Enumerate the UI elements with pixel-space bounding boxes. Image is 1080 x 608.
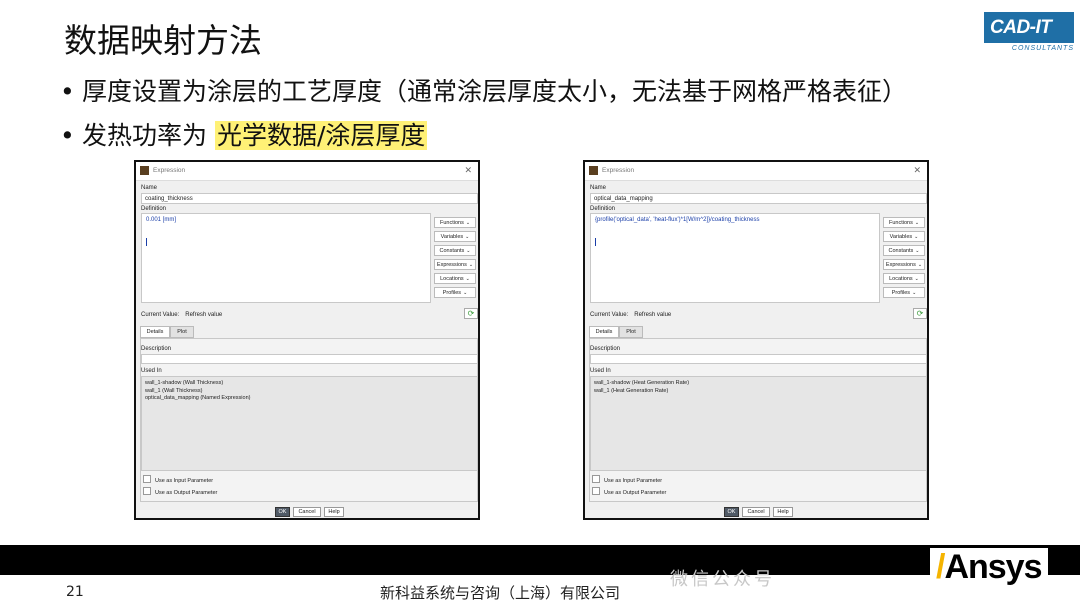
close-icon[interactable]: ✕ bbox=[913, 165, 921, 176]
functions-button[interactable]: Functions ⌄ bbox=[883, 217, 925, 228]
checkbox-icon bbox=[143, 475, 151, 483]
tab-plot[interactable]: Plot bbox=[170, 326, 194, 338]
name-label: Name bbox=[141, 185, 158, 191]
description-field[interactable] bbox=[590, 354, 927, 364]
bullet-dot-icon: • bbox=[60, 77, 75, 106]
text-caret bbox=[595, 238, 596, 246]
description-label: Description bbox=[141, 346, 172, 352]
ok-button[interactable]: OK bbox=[724, 507, 739, 517]
refresh-icon[interactable]: ⟳ bbox=[913, 308, 927, 319]
output-parameter-checkbox[interactable]: Use as Output Parameter bbox=[592, 487, 666, 496]
name-value: optical_data_mapping bbox=[594, 196, 653, 202]
logo-sub-text: CONSULTANTS bbox=[1011, 45, 1074, 52]
bullet-2-highlight: 光学数据/涂层厚度 bbox=[214, 121, 428, 150]
list-item: wall_1 (Wall Thickness) bbox=[145, 387, 203, 394]
expressions-button[interactable]: Expressions ⌄ bbox=[434, 259, 476, 270]
cancel-button[interactable]: Cancel bbox=[293, 507, 321, 517]
used-in-list: wall_1-shadow (Wall Thickness) wall_1 (W… bbox=[141, 376, 478, 471]
dialog-titlebar: Expression ✕ bbox=[585, 162, 927, 181]
profiles-button[interactable]: Profiles ⌄ bbox=[434, 287, 476, 298]
variables-button[interactable]: Variables ⌄ bbox=[434, 231, 476, 242]
definition-label: Definition bbox=[141, 206, 167, 212]
dialog-button-bar: OK Cancel Help bbox=[585, 505, 927, 519]
app-icon bbox=[140, 166, 149, 175]
definition-editor[interactable]: {profile('optical_data', 'heat-flux')*1[… bbox=[590, 213, 880, 303]
checkbox-icon bbox=[592, 475, 600, 483]
bullet-2: • 发热功率为 光学数据/涂层厚度 bbox=[60, 116, 428, 152]
checkbox-icon bbox=[592, 487, 600, 495]
slide-title: 数据映射方法 bbox=[64, 21, 262, 60]
name-value: coating_thickness bbox=[145, 196, 193, 202]
dialog-title: Expression bbox=[153, 167, 186, 174]
cad-it-logo: CAD-IT CONSULTANTS bbox=[984, 12, 1074, 64]
description-field[interactable] bbox=[141, 354, 478, 364]
current-value-row: Current Value: Refresh value bbox=[590, 312, 677, 318]
used-in-list: wall_1-shadow (Heat Generation Rate) wal… bbox=[590, 376, 927, 471]
close-icon[interactable]: ✕ bbox=[464, 165, 472, 176]
dialog-titlebar: Expression ✕ bbox=[136, 162, 478, 181]
watermark: 微信公众号 bbox=[670, 569, 775, 590]
footer-bar bbox=[0, 545, 1080, 575]
expression-dialog-left: Expression ✕ Name coating_thickness Defi… bbox=[134, 160, 480, 520]
constants-button[interactable]: Constants ⌄ bbox=[434, 245, 476, 256]
bullet-2-text: 发热功率为 bbox=[82, 121, 215, 150]
expressions-button[interactable]: Expressions ⌄ bbox=[883, 259, 925, 270]
ansys-brand-text: Ansys bbox=[944, 548, 1042, 586]
bullet-1: • 厚度设置为涂层的工艺厚度（通常涂层厚度太小，无法基于网格严格表征） bbox=[60, 72, 907, 108]
definition-label: Definition bbox=[590, 206, 616, 212]
checkbox-icon bbox=[143, 487, 151, 495]
refresh-value-link[interactable]: Refresh value bbox=[185, 312, 222, 318]
refresh-icon[interactable]: ⟳ bbox=[464, 308, 478, 319]
list-item: wall_1-shadow (Heat Generation Rate) bbox=[594, 380, 690, 386]
name-field[interactable]: coating_thickness bbox=[141, 193, 478, 204]
bullet-1-text: 厚度设置为涂层的工艺厚度（通常涂层厚度太小，无法基于网格严格表征） bbox=[82, 77, 908, 106]
page-number: 21 bbox=[66, 584, 84, 600]
list-item: optical_data_mapping (Named Expression) bbox=[145, 395, 251, 401]
used-in-label: Used In bbox=[590, 368, 611, 374]
app-icon bbox=[589, 166, 598, 175]
cancel-button[interactable]: Cancel bbox=[742, 507, 770, 517]
help-button[interactable]: Help bbox=[773, 507, 793, 517]
dialog-button-bar: OK Cancel Help bbox=[136, 505, 478, 519]
functions-button[interactable]: Functions ⌄ bbox=[434, 217, 476, 228]
tab-plot[interactable]: Plot bbox=[619, 326, 643, 338]
help-button[interactable]: Help bbox=[324, 507, 344, 517]
text-caret bbox=[146, 238, 147, 246]
definition-value: 0.001 [mm] bbox=[146, 217, 177, 223]
input-parameter-checkbox[interactable]: Use as Input Parameter bbox=[592, 475, 662, 484]
locations-button[interactable]: Locations ⌄ bbox=[434, 273, 476, 284]
company-name: 新科益系统与咨询（上海）有限公司 bbox=[380, 584, 621, 602]
list-item: wall_1 (Heat Generation Rate) bbox=[594, 387, 669, 394]
used-in-label: Used In bbox=[141, 368, 162, 374]
name-label: Name bbox=[590, 185, 607, 191]
output-parameter-checkbox[interactable]: Use as Output Parameter bbox=[143, 487, 217, 496]
ok-button[interactable]: OK bbox=[275, 507, 290, 517]
description-label: Description bbox=[590, 346, 621, 352]
expression-dialog-right: Expression ✕ Name optical_data_mapping D… bbox=[583, 160, 929, 520]
tab-details[interactable]: Details bbox=[589, 326, 619, 338]
dialog-title: Expression bbox=[602, 167, 635, 174]
variables-button[interactable]: Variables ⌄ bbox=[883, 231, 925, 242]
input-parameter-checkbox[interactable]: Use as Input Parameter bbox=[143, 475, 213, 484]
tab-details[interactable]: Details bbox=[140, 326, 170, 338]
current-value-label: Current Value: bbox=[590, 312, 629, 318]
list-item: wall_1-shadow (Wall Thickness) bbox=[145, 380, 224, 386]
current-value-row: Current Value: Refresh value bbox=[141, 312, 228, 318]
constants-button[interactable]: Constants ⌄ bbox=[883, 245, 925, 256]
locations-button[interactable]: Locations ⌄ bbox=[883, 273, 925, 284]
ansys-logo: /Ansys bbox=[930, 548, 1048, 587]
name-field[interactable]: optical_data_mapping bbox=[590, 193, 927, 204]
refresh-value-link[interactable]: Refresh value bbox=[634, 312, 671, 318]
logo-main-text: CAD-IT bbox=[984, 12, 1074, 43]
bullet-dot-icon: • bbox=[60, 121, 75, 150]
definition-editor[interactable]: 0.001 [mm] bbox=[141, 213, 431, 303]
current-value-label: Current Value: bbox=[141, 312, 180, 318]
profiles-button[interactable]: Profiles ⌄ bbox=[883, 287, 925, 298]
definition-value: {profile('optical_data', 'heat-flux')*1[… bbox=[595, 217, 760, 223]
